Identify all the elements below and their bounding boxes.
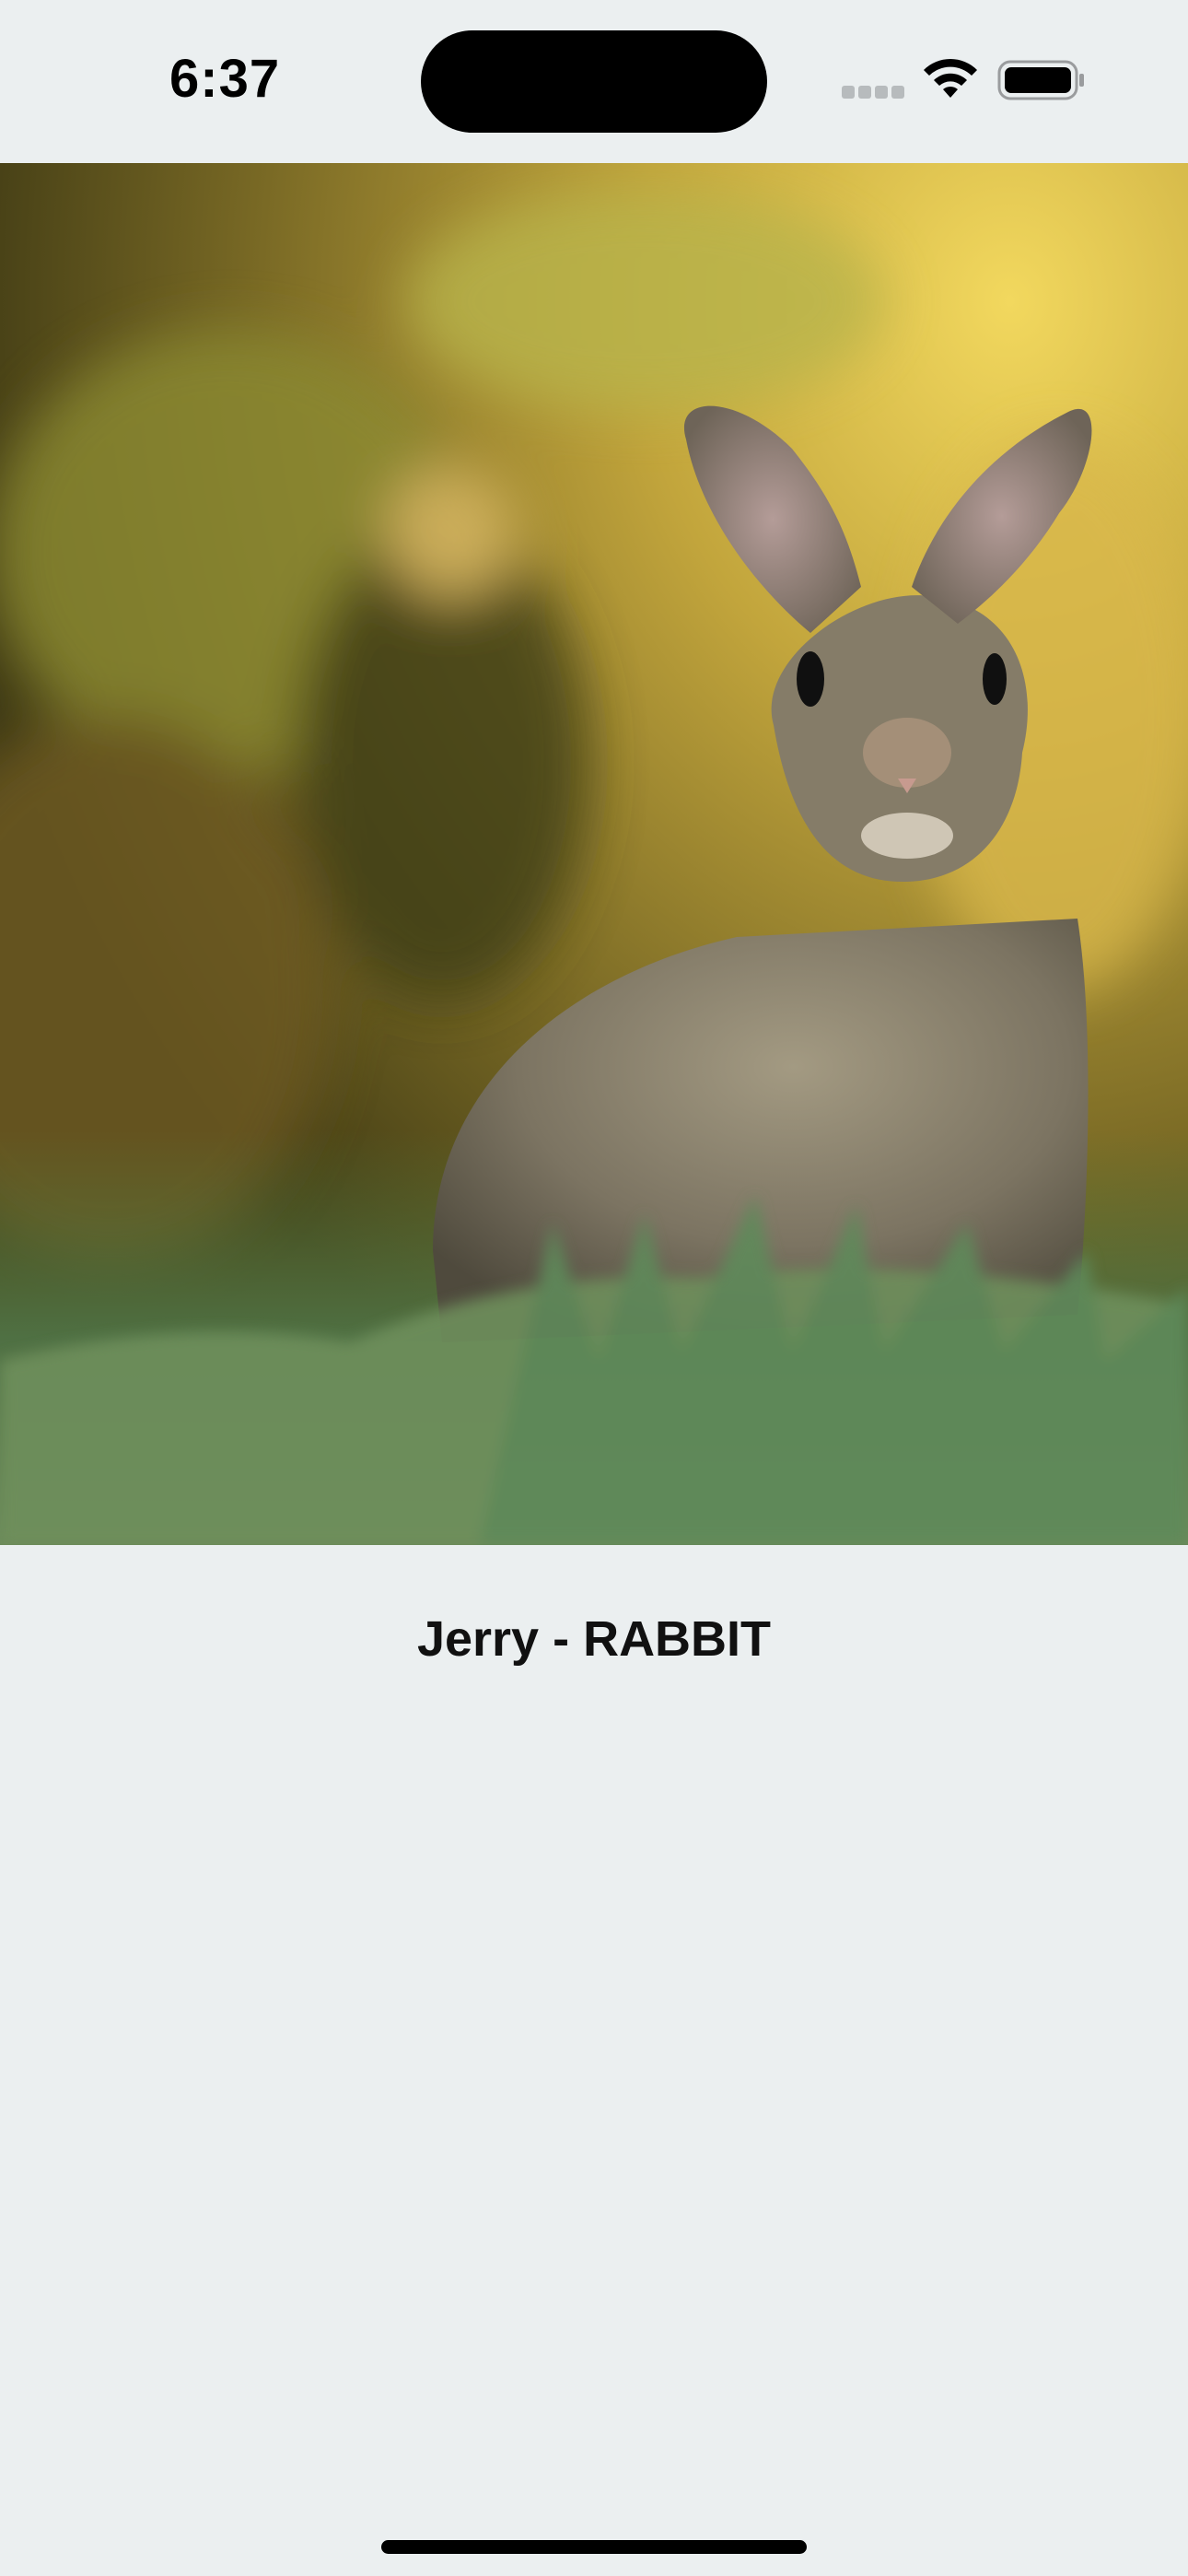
wifi-icon xyxy=(921,57,980,101)
status-bar: 6:37 xyxy=(0,0,1188,163)
pet-title: Jerry - RABBIT xyxy=(416,1611,772,1667)
battery-icon xyxy=(997,59,1086,101)
rabbit-photo xyxy=(0,163,1188,1545)
cellular-signal-icon xyxy=(842,86,906,99)
home-indicator[interactable] xyxy=(381,2540,807,2554)
pet-detail-screen: 6:37 Jerry - RABBIT xyxy=(0,0,1188,2576)
dynamic-island xyxy=(421,30,767,133)
status-time: 6:37 xyxy=(169,49,281,109)
